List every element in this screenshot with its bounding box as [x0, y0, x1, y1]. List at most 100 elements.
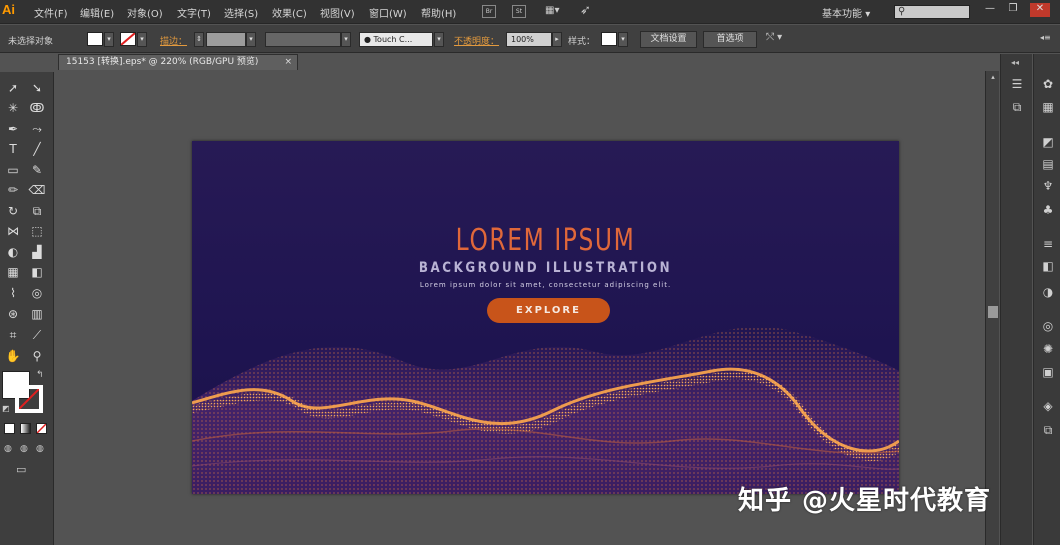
graphic-style-swatch[interactable]	[601, 32, 617, 46]
preferences-button[interactable]: 首选项	[703, 31, 757, 48]
restore-button[interactable]: ❐	[1003, 3, 1023, 17]
column-graph-tool-icon[interactable]: ▥	[27, 305, 47, 323]
align-panel-icon[interactable]: ☰	[1009, 76, 1025, 92]
menu-edit[interactable]: 编辑(E)	[80, 5, 114, 20]
stroke-color-box[interactable]	[15, 385, 43, 413]
color-mode-icon[interactable]	[4, 423, 15, 434]
magic-wand-tool-icon[interactable]: ✳	[3, 99, 23, 117]
fill-swatch[interactable]	[87, 32, 103, 46]
curvature-tool-icon[interactable]: ⤳	[27, 120, 47, 138]
type-tool-icon[interactable]: T	[3, 140, 23, 158]
stock-button[interactable]: St	[512, 5, 526, 18]
gradient-mode-icon[interactable]	[20, 423, 31, 434]
artboard-tool-icon[interactable]: ⌗	[3, 326, 23, 344]
screen-mode-icon[interactable]: ▭	[16, 463, 26, 476]
swatches-panel-icon[interactable]: ▦	[1040, 99, 1056, 115]
scroll-up-icon[interactable]: ▴	[988, 73, 998, 83]
color-panel-icon[interactable]: ✿	[1040, 76, 1056, 92]
slice-tool-icon[interactable]: ⟋	[27, 326, 47, 344]
image-trace-panel-icon[interactable]: ▣	[1040, 364, 1056, 380]
document-tab[interactable]: 15153 [转换].eps* @ 220% (RGB/GPU 预览) ×	[58, 54, 298, 70]
shape-builder-tool-icon[interactable]: ◐	[3, 243, 23, 261]
rectangle-tool-icon[interactable]: ▭	[3, 161, 23, 179]
pathfinder-panel-icon[interactable]: ⧉	[1009, 99, 1025, 115]
swatch-library-panel-icon[interactable]: ▤	[1040, 156, 1056, 172]
stroke-label[interactable]: 描边：	[160, 34, 187, 47]
swap-fill-stroke-icon[interactable]: ↰	[36, 370, 44, 380]
close-button[interactable]: ✕	[1030, 3, 1050, 17]
collapse-dock-icon[interactable]: ◂◂	[1011, 58, 1019, 67]
selection-tool-icon[interactable]: ➚	[3, 79, 23, 97]
menu-help[interactable]: 帮助(H)	[421, 5, 456, 20]
direct-selection-tool-icon[interactable]: ➘	[27, 79, 47, 97]
variable-width-profile[interactable]	[265, 32, 341, 47]
brush-definition[interactable]: ● Touch C...	[359, 32, 433, 47]
menu-effect[interactable]: 效果(C)	[272, 5, 307, 20]
profile-dropdown[interactable]: ▾	[341, 32, 351, 47]
perspective-grid-tool-icon[interactable]: ▟	[27, 243, 47, 261]
symbol-sprayer-tool-icon[interactable]: ⊛	[3, 305, 23, 323]
scale-tool-icon[interactable]: ⧉	[27, 202, 47, 220]
line-tool-icon[interactable]: ╱	[27, 140, 47, 158]
close-tab-icon[interactable]: ×	[284, 55, 292, 70]
menu-view[interactable]: 视图(V)	[320, 5, 355, 20]
isolation-mode-icon[interactable]: ⤲ ▾	[766, 32, 782, 43]
menu-window[interactable]: 窗口(W)	[369, 5, 407, 20]
stroke-panel-icon[interactable]: ≡	[1040, 236, 1056, 252]
gradient-tool-icon[interactable]: ◧	[27, 263, 47, 281]
document-setup-button[interactable]: 文档设置	[640, 31, 697, 48]
draw-normal-icon[interactable]: ◍	[4, 444, 12, 454]
graphic-style-dropdown[interactable]: ▾	[618, 32, 628, 47]
draw-inside-icon[interactable]: ◍	[36, 444, 44, 454]
fill-dropdown[interactable]: ▾	[104, 32, 114, 47]
brush-dropdown[interactable]: ▾	[434, 32, 444, 47]
eyedropper-tool-icon[interactable]: ⌇	[3, 284, 23, 302]
draw-behind-icon[interactable]: ◍	[20, 444, 28, 454]
bridge-button[interactable]: Br	[482, 5, 496, 18]
eraser-tool-icon[interactable]: ⌫	[27, 181, 47, 199]
stroke-weight-dropdown[interactable]: ▾	[246, 32, 256, 47]
brushes-panel-icon[interactable]: ♆	[1040, 178, 1056, 194]
graphic-styles-panel-icon[interactable]: ✺	[1040, 341, 1056, 357]
width-tool-icon[interactable]: ⋈	[3, 222, 23, 240]
menu-select[interactable]: 选择(S)	[224, 5, 258, 20]
gradient-panel-icon[interactable]: ◧	[1040, 258, 1056, 274]
minimize-button[interactable]: —	[980, 3, 1000, 17]
stroke-weight-input[interactable]	[206, 32, 246, 47]
rotate-tool-icon[interactable]: ↻	[3, 202, 23, 220]
menu-object[interactable]: 对象(O)	[127, 5, 163, 20]
paintbrush-tool-icon[interactable]: ✎	[27, 161, 47, 179]
default-colors-icon[interactable]: ◩	[2, 404, 10, 413]
zoom-tool-icon[interactable]: ⚲	[27, 347, 47, 365]
scrollbar-thumb[interactable]	[988, 306, 998, 318]
color-guide-panel-icon[interactable]: ◩	[1040, 134, 1056, 150]
hand-tool-icon[interactable]: ✋	[3, 347, 23, 365]
stroke-weight-stepper[interactable]: ⇕	[194, 32, 204, 47]
artboard[interactable]: LOREM IPSUM BACKGROUND ILLUSTRATION Lore…	[192, 141, 899, 494]
opacity-label[interactable]: 不透明度：	[454, 34, 499, 47]
transparency-panel-icon[interactable]: ◑	[1040, 284, 1056, 300]
layers-panel-icon[interactable]: ◈	[1040, 398, 1056, 414]
blend-tool-icon[interactable]: ◎	[27, 284, 47, 302]
panel-menu-icon[interactable]: ◂≡	[1040, 33, 1051, 42]
stroke-dropdown[interactable]: ▾	[137, 32, 147, 47]
gpu-performance-icon[interactable]: ➶	[580, 3, 598, 19]
workspace-switcher[interactable]: 基本功能 ▾	[822, 5, 870, 20]
menu-type[interactable]: 文字(T)	[177, 5, 211, 20]
stroke-swatch[interactable]	[120, 32, 136, 46]
free-transform-tool-icon[interactable]: ⬚	[27, 222, 47, 240]
search-input[interactable]: ⚲	[894, 5, 970, 19]
none-mode-icon[interactable]	[36, 423, 47, 434]
vertical-scrollbar[interactable]: ▴	[985, 71, 999, 545]
artboards-panel-icon[interactable]: ⧉	[1040, 422, 1056, 438]
mesh-tool-icon[interactable]: ▦	[3, 263, 23, 281]
opacity-input[interactable]: 100%	[506, 32, 552, 47]
opacity-slider-toggle[interactable]: ▸	[552, 32, 562, 47]
appearance-panel-icon[interactable]: ◎	[1040, 318, 1056, 334]
lasso-tool-icon[interactable]: ↂ	[27, 99, 47, 117]
arrange-documents-icon[interactable]: ▦▾	[545, 5, 567, 18]
symbols-panel-icon[interactable]: ♣	[1040, 202, 1056, 218]
pen-tool-icon[interactable]: ✒	[3, 120, 23, 138]
menu-file[interactable]: 文件(F)	[34, 5, 68, 20]
pencil-tool-icon[interactable]: ✏	[3, 181, 23, 199]
